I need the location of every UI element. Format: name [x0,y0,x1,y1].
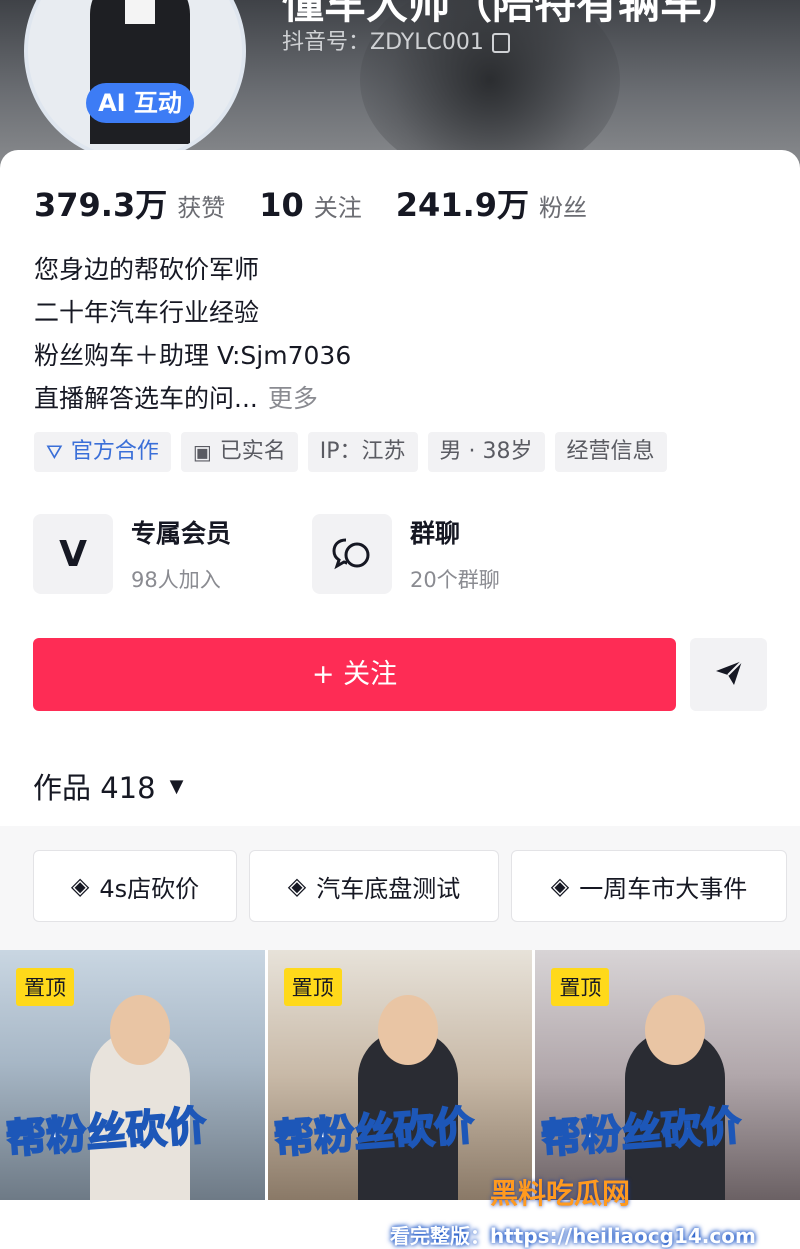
collection-icon: ◈ [287,872,307,900]
following-count[interactable]: 10 [259,186,304,224]
share-icon [714,659,744,691]
avatar-shirt [125,0,155,24]
collection-label: 4s店砍价 [99,874,200,903]
avatar[interactable] [24,0,246,162]
tag-label: 经营信息 [566,439,655,464]
profile-header: AI 互动 懂车大帅（陪特有辆车） 抖音号：ZDYLC001 [0,0,800,170]
collection-icon: ◈ [70,872,90,900]
video-grid: 置顶 帮粉丝砍价 置顶 帮粉丝砍价 置顶 帮粉丝砍价 [0,950,800,1200]
collection-label: 汽车底盘测试 [316,874,461,903]
douyin-id-text: 抖音号：ZDYLC001 [282,30,484,55]
collection-icon: ◈ [550,872,570,900]
thumbnail-face [645,995,706,1065]
thumbnail-face [110,995,170,1065]
bio-line: 直播解答选车的问... [34,384,258,413]
group-title: 群聊 [410,519,461,548]
following-label[interactable]: 关注 [314,188,362,223]
ai-interaction-badge[interactable]: AI 互动 [86,83,194,123]
group-count: 20个群聊 [410,568,500,592]
tag-label: 已实名 [219,439,286,464]
official-icon: ⛛ [46,440,63,464]
video-thumbnail[interactable]: 置顶 帮粉丝砍价 [267,950,533,1200]
followers-label[interactable]: 粉丝 [539,188,587,223]
follow-button[interactable]: + 关注 [33,638,676,711]
tag-label: 官方合作 [70,439,159,464]
likes-count: 379.3万 [34,186,168,224]
member-title: 专属会员 [131,519,232,548]
copy-icon[interactable] [491,33,510,53]
caret-down-icon: ▼ [169,775,184,797]
collection-label: 一周车市大事件 [579,874,748,903]
bio-more-link[interactable]: 更多 [268,384,318,413]
likes-label: 获赞 [177,194,226,222]
stats-row: 379.3万 获赞 10 关注 241.9万 粉丝 [34,180,621,226]
profile-card: 379.3万 获赞 10 关注 241.9万 粉丝 您身边的帮砍价军师 二十年汽… [0,150,800,1248]
followers-count[interactable]: 241.9万 [396,180,529,226]
video-thumbnail[interactable]: 置顶 帮粉丝砍价 [0,950,265,1200]
exclusive-member-entry[interactable]: V 专属会员 98人加入 [33,514,231,594]
bio-line-last: 直播解答选车的问... 更多 [34,377,351,420]
collection-4s-bargain[interactable]: ◈ 4s店砍价 [33,850,237,922]
thumbnail-face [377,995,438,1065]
watermark-text: 看完整版：https://heiliaocg14.com [390,1224,756,1248]
tag-label: IP：江苏 [319,439,406,464]
chat-icon [312,514,392,594]
pinned-badge: 置顶 [16,968,74,1006]
bio-line: 您身边的帮砍价军师 [34,255,260,284]
video-thumbnail[interactable]: 置顶 帮粉丝砍价 [535,950,800,1200]
id-card-icon: ▣ [192,440,212,464]
tag-gender-age: 男 · 38岁 [427,432,545,472]
tag-verified[interactable]: ▣ 已实名 [180,432,298,472]
works-label: 作品 418 [33,771,156,805]
profile-tags: ⛛ 官方合作 ▣ 已实名 IP：江苏 男 · 38岁 经营信息 [34,432,667,472]
collection-chassis-test[interactable]: ◈ 汽车底盘测试 [249,850,499,922]
pinned-badge: 置顶 [551,968,610,1006]
pinned-badge: 置顶 [283,968,342,1006]
group-chat-entry[interactable]: 群聊 20个群聊 [312,514,500,594]
bio-line: 粉丝购车＋助理 V:Sjm7036 [34,341,352,370]
works-tab[interactable]: 作品 418 ▼ [33,765,183,807]
vip-icon: V [33,514,113,594]
tag-business-info[interactable]: 经营信息 [554,432,667,472]
member-count: 98人加入 [131,568,221,592]
collections-list: ◈ 4s店砍价 ◈ 汽车底盘测试 ◈ 一周车市大事件 [33,850,787,922]
bio-line: 二十年汽车行业经验 [34,298,260,327]
bio: 您身边的帮砍价军师 二十年汽车行业经验 粉丝购车＋助理 V:Sjm7036 直播… [34,248,351,420]
collection-weekly-events[interactable]: ◈ 一周车市大事件 [511,850,787,922]
douyin-id[interactable]: 抖音号：ZDYLC001 [282,24,510,56]
watermark-brand: 黑料吃瓜网 [490,1177,631,1210]
share-button[interactable] [690,638,767,711]
tag-official-cooperation[interactable]: ⛛ 官方合作 [34,432,171,472]
tag-ip: IP：江苏 [307,432,418,472]
tag-label: 男 · 38岁 [439,439,533,464]
